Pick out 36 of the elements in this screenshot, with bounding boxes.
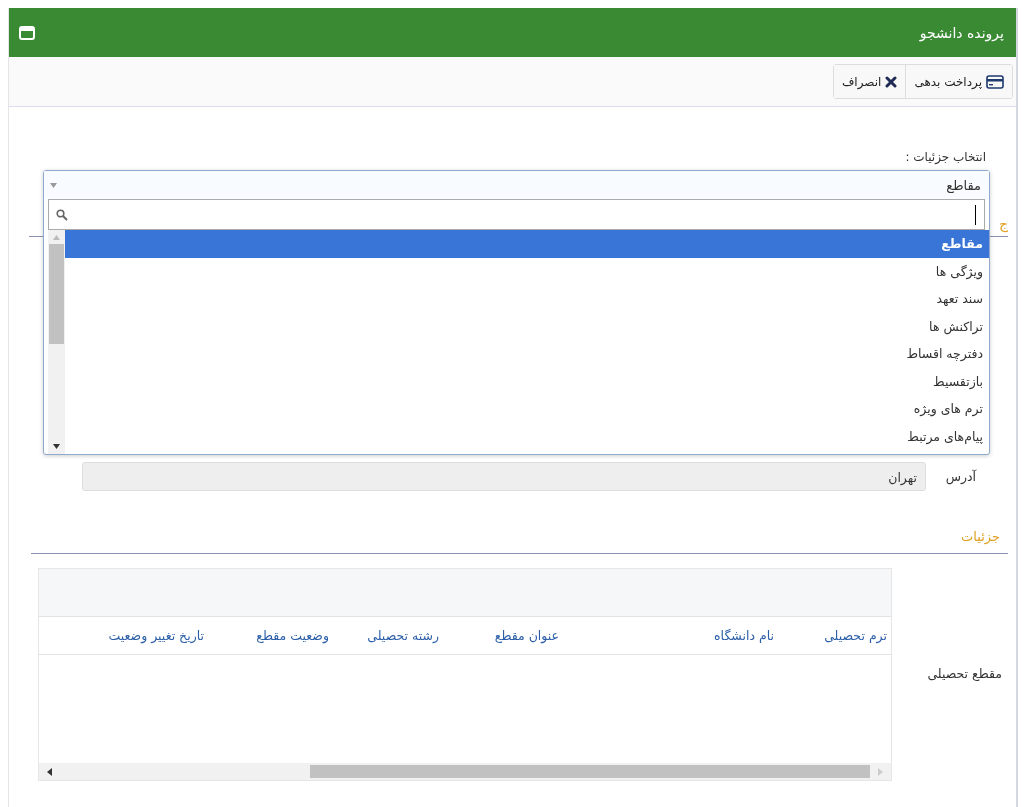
scrollbar[interactable] [39, 763, 891, 780]
field-label: مقطع تحصیلی [926, 666, 1003, 681]
close-icon [885, 75, 898, 88]
caret-icon [50, 182, 57, 188]
selected-value: مقاطع [946, 177, 981, 193]
scrollbar[interactable] [48, 230, 65, 454]
column-header[interactable]: عنوان مقطع [443, 628, 563, 643]
search-field[interactable] [48, 199, 985, 230]
scroll-right-icon [878, 767, 883, 776]
column-header[interactable]: وضعیت مقطع [208, 628, 333, 643]
scroll-left-icon [47, 767, 52, 776]
dropdown-option[interactable]: پیام‌های مرتبط [65, 422, 989, 450]
column-header[interactable]: نام دانشگاه [563, 628, 778, 643]
window-icon[interactable] [19, 25, 35, 40]
dropdown-option[interactable]: تراکنش ها [65, 312, 989, 340]
column-header[interactable]: تاریخ تغییر وضعیت [48, 628, 208, 643]
section-heading: ج [998, 216, 1008, 232]
section-heading: جزئیات [960, 529, 1001, 547]
pay-debt-button[interactable]: پرداخت بدهی [905, 65, 1012, 98]
dropdown-option[interactable]: دفترچه اقساط [65, 340, 989, 368]
window-title: پرونده دانشجو [919, 24, 1004, 41]
dropdown-option[interactable]: بازتقسیط [65, 367, 989, 395]
dropdown-option[interactable]: مقاطع [65, 230, 989, 258]
address-field: تهران [82, 462, 926, 491]
dropdown-option[interactable]: ترم های ویژه [65, 395, 989, 423]
address-label: آدرس [944, 469, 976, 484]
field-label: انتخاب جزئیات : [904, 150, 987, 166]
dropdown-option[interactable]: ویژگی ها [65, 257, 989, 285]
details-dropdown[interactable]: مقاطع مقاطع ویژگی ها سند تعهد تراکنش ها دفترچه اقساط بازتقسیط ترم های ویژه پیام‌های مرتبط [43, 170, 990, 455]
scroll-up-icon [53, 235, 60, 240]
search-icon [56, 208, 68, 221]
dropdown-option[interactable]: سند تعهد [65, 285, 989, 313]
column-header[interactable]: ترم تحصیلی [778, 628, 891, 643]
credit-card-icon [986, 74, 1004, 89]
column-header[interactable]: رشته تحصیلی [333, 628, 443, 643]
scroll-down-icon [53, 444, 60, 449]
